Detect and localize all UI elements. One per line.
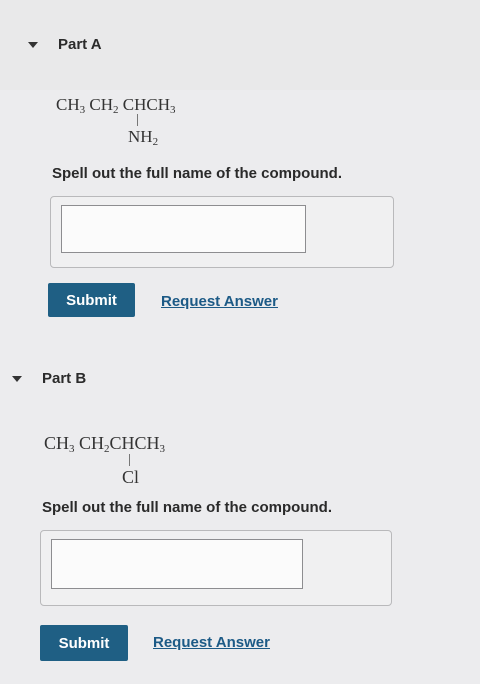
part-b-answer-input[interactable] (51, 539, 303, 589)
part-b-prompt: Spell out the full name of the compound. (42, 499, 332, 516)
formula-substituent: NH2 (128, 127, 159, 148)
part-a-section: Part A CH3 CH2 CHCH3 NH2 Spell out the f… (0, 0, 480, 340)
part-b-submit-button[interactable]: Submit (40, 625, 128, 661)
part-a-title: Part A (58, 36, 102, 53)
part-a-answer-box (50, 196, 394, 268)
formula-substituent: Cl (122, 467, 140, 487)
formula-main: CH3 CH2 CHCH3 (56, 95, 176, 116)
caret-down-icon (28, 41, 38, 48)
part-a-formula: CH3 CH2 CHCH3 NH2 (56, 95, 176, 148)
part-b-request-answer-link[interactable]: Request Answer (153, 634, 270, 651)
part-a-request-answer-link[interactable]: Request Answer (161, 293, 278, 310)
formula-main: CH3 CH2CHCH3 (44, 433, 166, 455)
part-a-prompt: Spell out the full name of the compound. (52, 165, 342, 182)
bond-line (137, 114, 138, 126)
part-b-toggle[interactable]: Part B (12, 370, 86, 387)
part-a-answer-input[interactable] (61, 205, 306, 253)
part-b-title: Part B (42, 370, 87, 387)
part-b-formula: CH3 CH2CHCH3 Cl (44, 433, 166, 486)
part-a-submit-button[interactable]: Submit (48, 283, 135, 317)
part-a-toggle[interactable]: Part A (28, 36, 102, 53)
caret-down-icon (12, 375, 22, 382)
part-b-section: Part B CH3 CH2CHCH3 Cl Spell out the ful… (0, 340, 480, 684)
part-b-answer-box (40, 530, 392, 606)
bond-line (129, 454, 130, 466)
